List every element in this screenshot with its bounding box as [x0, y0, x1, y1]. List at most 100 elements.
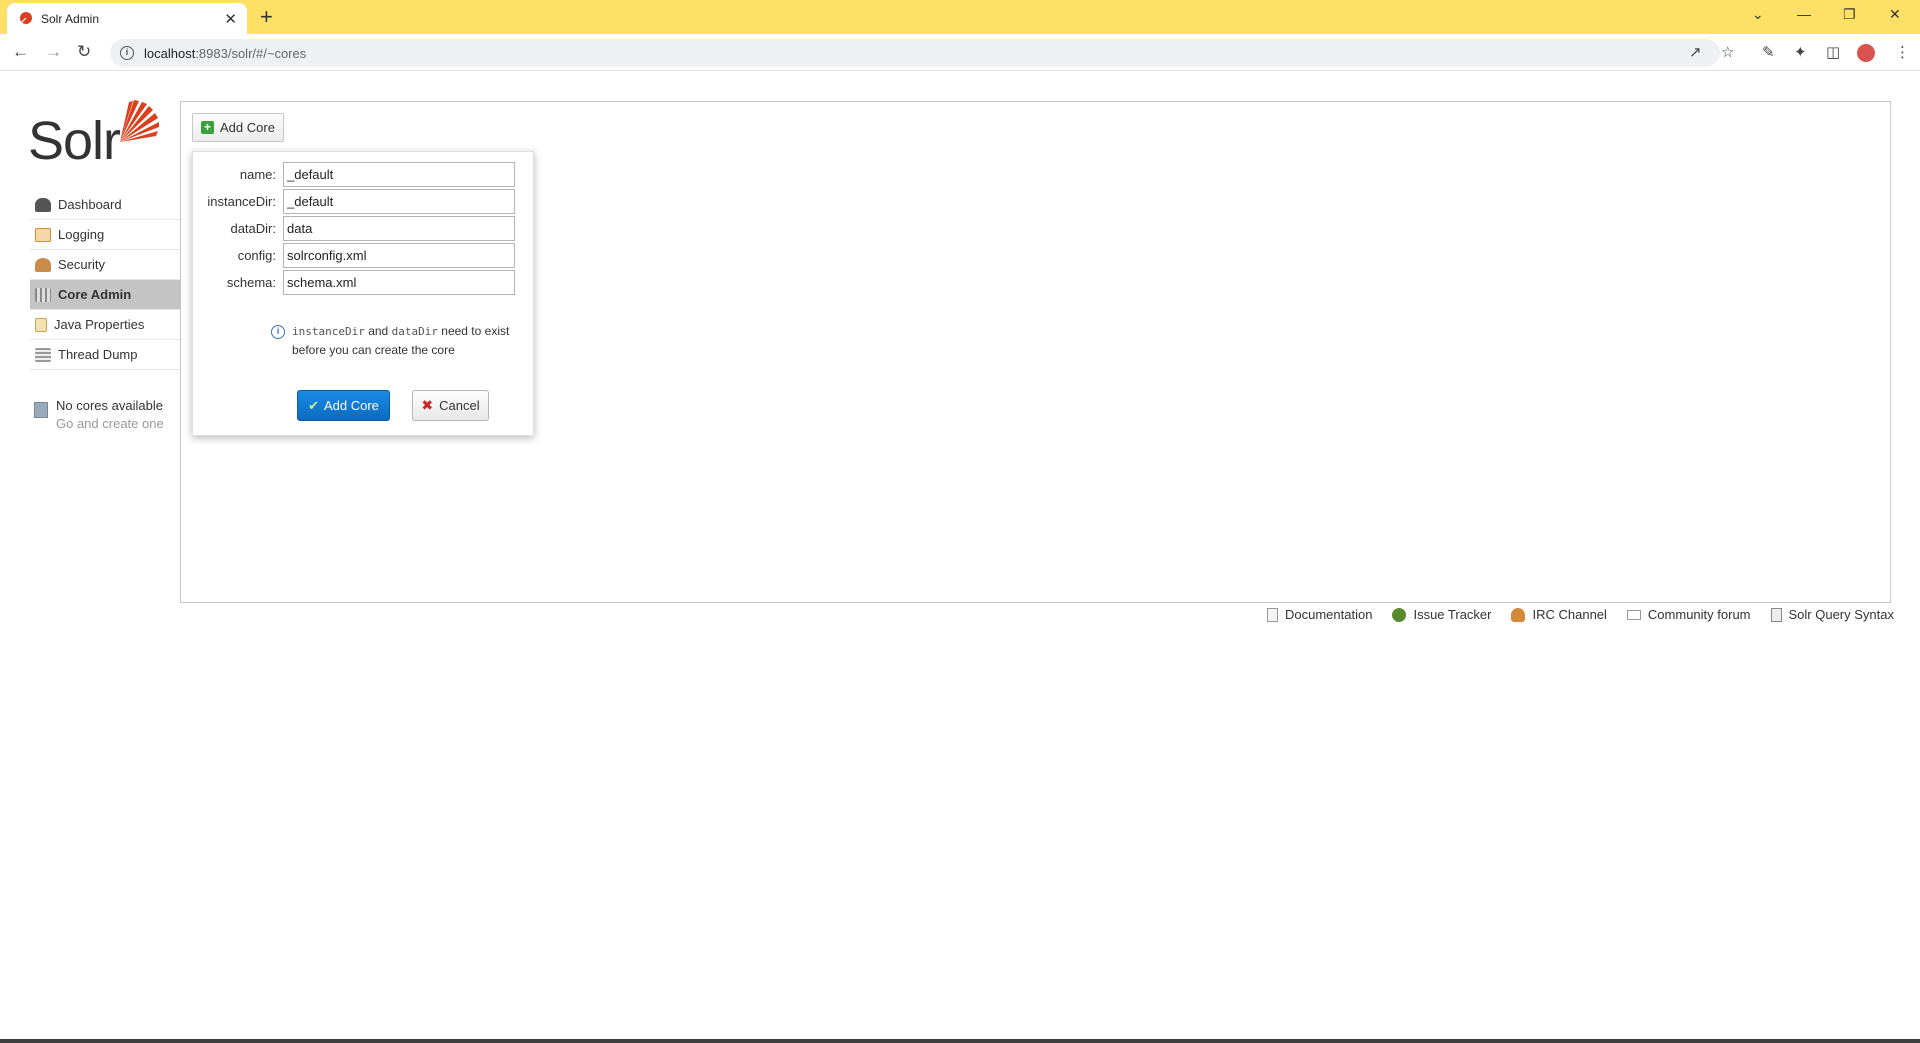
instance-dir-label: instanceDir:: [207, 193, 276, 209]
data-dir-label: dataDir:: [230, 220, 276, 236]
check-icon: ✔: [308, 397, 319, 413]
back-icon[interactable]: ←: [12, 42, 29, 62]
tab-title: Solr Admin: [41, 11, 100, 26]
reload-icon[interactable]: ↻: [77, 42, 91, 62]
browser-toolbar: ← → ↻ i localhost :8983/solr/#/~cores ↗ …: [0, 34, 1920, 71]
sidebar-item-dashboard[interactable]: Dashboard: [30, 190, 180, 220]
address-bar[interactable]: i localhost :8983/solr/#/~cores: [110, 39, 1720, 67]
logo-text: Solr: [28, 111, 121, 171]
schema-input[interactable]: [283, 269, 515, 295]
sidebar-item-label: Dashboard: [58, 197, 122, 212]
share-icon[interactable]: ↗: [1689, 44, 1702, 62]
sidebar-item-label: Security: [58, 257, 105, 272]
config-label: config:: [237, 247, 276, 263]
name-input[interactable]: [283, 161, 515, 187]
form-note: i instanceDir and dataDir need to exist …: [271, 322, 521, 360]
sidebar-item-security[interactable]: Security: [30, 250, 180, 280]
footer-link-label: Solr Query Syntax: [1788, 607, 1895, 622]
solr-favicon-icon: [18, 11, 32, 25]
footer-link-issue-tracker[interactable]: Issue Tracker: [1392, 607, 1491, 622]
add-core-toggle-button[interactable]: + Add Core: [192, 113, 284, 142]
footer-link-solr-query-syntax[interactable]: Solr Query Syntax: [1770, 607, 1895, 622]
sidebar-item-java-properties[interactable]: Java Properties: [30, 310, 180, 340]
irc-icon: [1511, 607, 1526, 622]
sidebar-item-label: Core Admin: [58, 287, 132, 302]
mail-icon: [1626, 609, 1641, 620]
sidebar-item-logging[interactable]: Logging: [30, 220, 180, 250]
thread-dump-icon: [35, 347, 51, 362]
bug-icon: [1392, 607, 1407, 622]
footer-link-irc-channel[interactable]: IRC Channel: [1511, 607, 1607, 622]
note-code-instance-dir: instanceDir: [292, 325, 365, 338]
form-row-name: name:: [193, 161, 535, 187]
new-tab-button[interactable]: +: [260, 5, 273, 29]
no-cores-text: No cores available: [56, 398, 163, 413]
note-text: instanceDir and dataDir need to exist be…: [292, 322, 521, 360]
note-and: and: [368, 324, 389, 338]
extension-icon[interactable]: ✎: [1762, 44, 1775, 62]
restore-button[interactable]: ❐: [1843, 4, 1856, 24]
tab-close-icon[interactable]: ✕: [224, 10, 237, 28]
instance-dir-input[interactable]: [283, 188, 515, 214]
side-panel-icon[interactable]: ◫: [1826, 44, 1840, 62]
sidebar-item-thread-dump[interactable]: Thread Dump: [30, 340, 180, 370]
document-icon: [1267, 607, 1278, 622]
add-core-submit-button[interactable]: ✔ Add Core: [297, 390, 390, 421]
solr-sunburst-icon: [120, 100, 159, 142]
cancel-button[interactable]: ✖ Cancel: [412, 390, 489, 421]
sidebar-item-label: Logging: [58, 227, 105, 242]
form-row-instance-dir: instanceDir:: [193, 188, 535, 214]
form-row-data-dir: dataDir:: [193, 215, 535, 241]
schema-label: schema:: [226, 274, 276, 290]
browser-menu-icon[interactable]: ⋮: [1895, 44, 1910, 62]
core-selector[interactable]: No cores available Go and create one: [34, 398, 184, 431]
bookmark-star-icon[interactable]: ☆: [1721, 44, 1734, 62]
sidebar-item-label: Thread Dump: [58, 347, 138, 362]
url-host: localhost: [144, 45, 196, 61]
submit-label: Add Core: [323, 398, 379, 413]
footer-link-label: Issue Tracker: [1413, 607, 1492, 622]
footer-link-label: Documentation: [1285, 607, 1373, 622]
name-label: name:: [239, 166, 276, 182]
cancel-x-icon: ✖: [421, 397, 434, 413]
puzzle-icon[interactable]: ✦: [1794, 44, 1807, 62]
footer-link-label: Community forum: [1647, 607, 1751, 622]
footer-link-community-forum[interactable]: Community forum: [1626, 607, 1751, 622]
info-icon: i: [271, 325, 285, 339]
data-dir-input[interactable]: [283, 215, 515, 241]
create-core-hint: Go and create one: [56, 416, 164, 431]
browser-tab[interactable]: Solr Admin ✕: [7, 3, 247, 34]
url-path: :8983/solr/#/~cores: [195, 45, 307, 61]
security-icon: [35, 257, 51, 272]
close-window-button[interactable]: ✕: [1889, 4, 1901, 24]
solr-admin-page: Solr Dashboard Logging Security Core Adm…: [0, 72, 1920, 1043]
note-code-data-dir: dataDir: [391, 325, 438, 338]
footer-link-documentation[interactable]: Documentation: [1267, 607, 1372, 622]
dashboard-icon: [35, 197, 51, 212]
sidebar-nav: Dashboard Logging Security Core Admin Ja…: [30, 190, 180, 370]
minimize-button[interactable]: —: [1797, 4, 1811, 24]
form-row-config: config:: [193, 242, 535, 268]
add-core-dialog: name: instanceDir: dataDir: config: sche…: [192, 151, 534, 436]
tab-list-icon[interactable]: ⌄: [1752, 4, 1764, 24]
cores-icon: [34, 402, 48, 418]
browser-tab-strip: Solr Admin ✕ + ⌄ — ❐ ✕: [0, 0, 1920, 34]
core-admin-icon: [35, 287, 51, 302]
main-content-panel: + Add Core name: instanceDir: dataDir: c…: [180, 101, 1891, 603]
config-input[interactable]: [283, 242, 515, 268]
cancel-label: Cancel: [439, 398, 480, 413]
logging-icon: [35, 227, 51, 242]
taskbar-edge: [0, 1039, 1920, 1043]
sidebar-item-core-admin[interactable]: Core Admin: [30, 280, 180, 310]
sidebar-item-label: Java Properties: [54, 317, 145, 332]
add-core-toggle-label: Add Core: [220, 120, 275, 135]
form-row-schema: schema:: [193, 269, 535, 295]
add-icon: +: [201, 121, 214, 134]
footer-link-label: IRC Channel: [1532, 607, 1607, 622]
footer-links: Documentation Issue Tracker IRC Channel …: [1247, 607, 1894, 622]
site-info-icon[interactable]: i: [120, 46, 134, 60]
forward-icon[interactable]: →: [45, 42, 62, 62]
query-syntax-icon: [1770, 607, 1782, 622]
solr-logo[interactable]: Solr: [28, 98, 160, 171]
profile-avatar[interactable]: [1857, 44, 1875, 62]
